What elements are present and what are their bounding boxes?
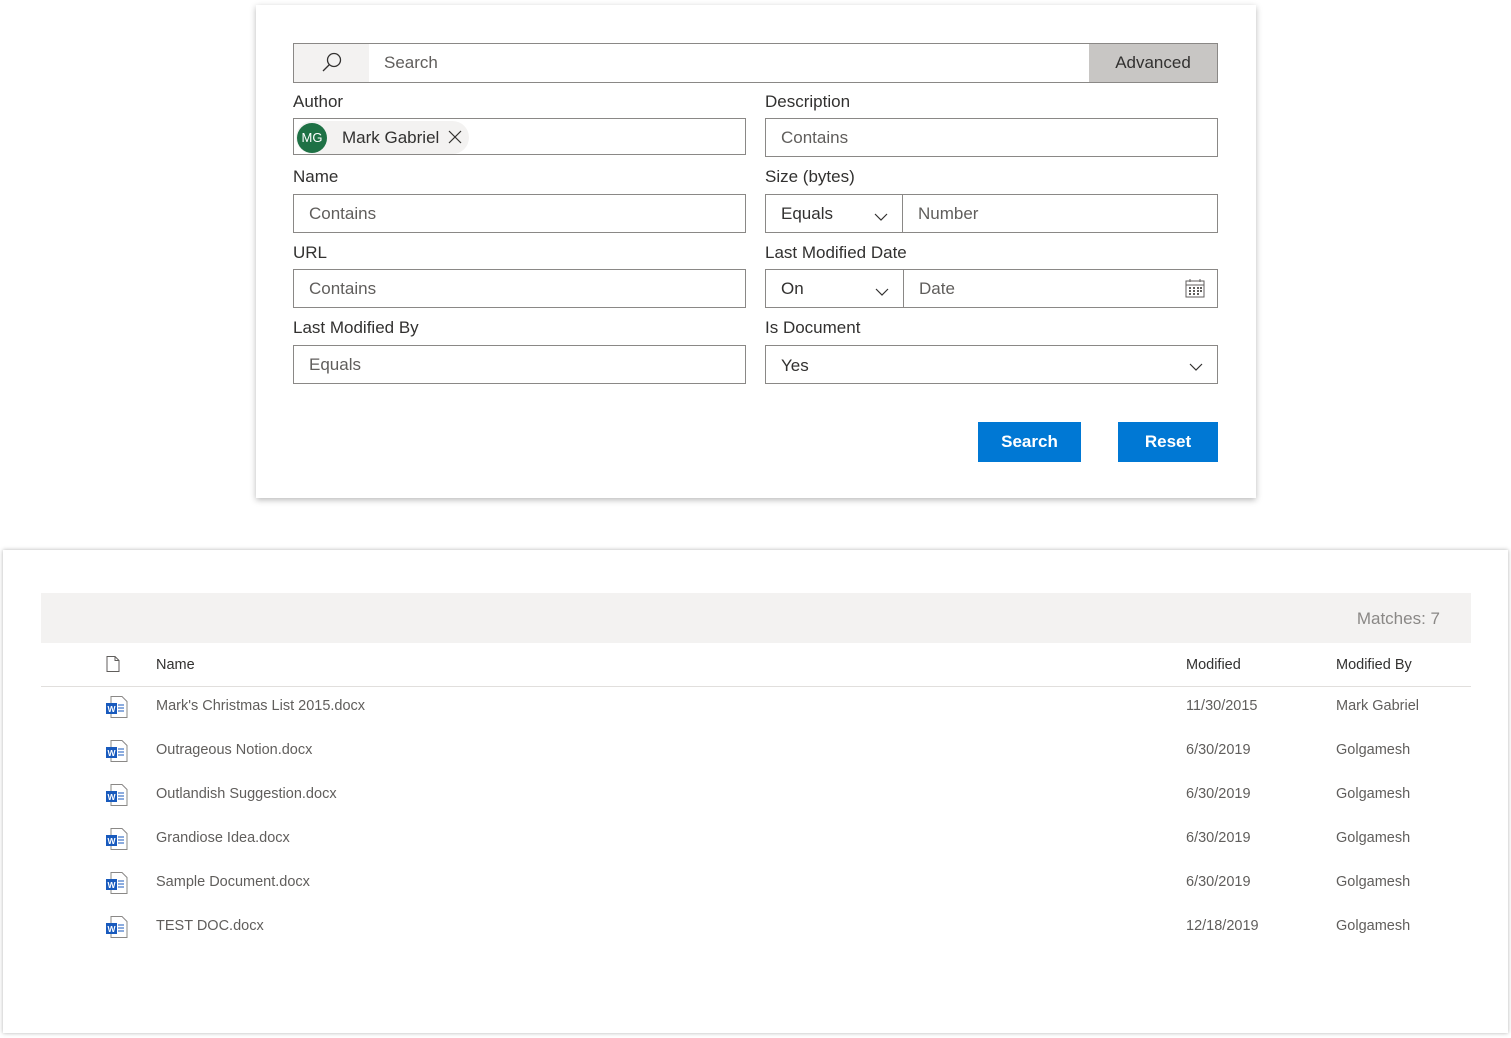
modified-date: 6/30/2019 <box>1186 830 1251 846</box>
description-input[interactable] <box>766 119 1217 156</box>
modified-by: Golgamesh <box>1336 742 1411 758</box>
modified-date: 12/18/2019 <box>1186 918 1259 934</box>
last-modified-by-field <box>293 345 746 384</box>
modified-date: 11/30/2015 <box>1186 698 1258 714</box>
is-document-label: Is Document <box>765 318 861 337</box>
name-field <box>293 194 746 233</box>
last-modified-date-label: Last Modified Date <box>765 243 907 262</box>
modified-by: Mark Gabriel <box>1336 698 1419 714</box>
svg-text:W: W <box>107 836 116 846</box>
modified-by: Golgamesh <box>1336 830 1411 846</box>
chevron-down-icon <box>1189 359 1203 377</box>
file-name-link[interactable]: Mark's Christmas List 2015.docx <box>156 698 365 714</box>
chevron-down-icon <box>875 282 889 302</box>
word-doc-icon: W <box>105 695 129 724</box>
svg-text:W: W <box>107 704 116 714</box>
url-label: URL <box>293 243 328 262</box>
file-name-link[interactable]: Outrageous Notion.docx <box>156 742 312 758</box>
date-operator-value: On <box>781 278 804 298</box>
advanced-search-panel: Advanced Author MG Mark Gabriel Descript… <box>256 5 1256 498</box>
search-input[interactable] <box>369 44 1089 82</box>
svg-text:W: W <box>107 748 116 758</box>
author-picker[interactable]: MG Mark Gabriel <box>293 118 746 155</box>
size-field: Equals <box>765 194 1218 233</box>
svg-text:W: W <box>107 880 116 890</box>
table-row[interactable]: W Grandiose Idea.docx 6/30/2019 Golgames… <box>41 819 1471 863</box>
search-icon[interactable] <box>294 44 369 82</box>
word-doc-icon: W <box>105 915 129 944</box>
modified-date: 6/30/2019 <box>1186 786 1251 802</box>
search-button[interactable]: Search <box>978 422 1081 462</box>
results-summary-bar: Matches: 7 <box>41 593 1471 643</box>
modified-by: Golgamesh <box>1336 786 1411 802</box>
svg-text:W: W <box>107 924 116 934</box>
date-input[interactable] <box>904 270 1174 307</box>
url-input[interactable] <box>294 270 745 307</box>
avatar: MG <box>297 122 327 153</box>
description-field <box>765 118 1218 157</box>
last-modified-by-label: Last Modified By <box>293 318 419 337</box>
word-doc-icon: W <box>105 783 129 812</box>
word-doc-icon: W <box>105 739 129 768</box>
word-doc-icon: W <box>105 827 129 856</box>
file-name-link[interactable]: Sample Document.docx <box>156 874 310 890</box>
date-operator-dropdown[interactable]: On <box>766 270 904 307</box>
word-doc-icon: W <box>105 871 129 900</box>
modified-by: Golgamesh <box>1336 918 1411 934</box>
file-type-header-icon[interactable] <box>106 656 120 677</box>
results-panel: Matches: 7 Name Modified Modified By W M… <box>3 550 1508 1033</box>
author-label: Author <box>293 92 344 111</box>
file-name-link[interactable]: TEST DOC.docx <box>156 918 264 934</box>
is-document-value: Yes <box>781 356 809 375</box>
table-row[interactable]: W TEST DOC.docx 12/18/2019 Golgamesh <box>41 907 1471 951</box>
results-table-header: Name Modified Modified By <box>41 643 1471 687</box>
size-operator-dropdown[interactable]: Equals <box>766 195 903 232</box>
column-header-modified[interactable]: Modified <box>1186 657 1241 673</box>
name-input[interactable] <box>294 195 745 232</box>
calendar-icon[interactable] <box>1185 279 1205 303</box>
chevron-down-icon <box>874 207 888 227</box>
table-row[interactable]: W Mark's Christmas List 2015.docx 11/30/… <box>41 687 1471 731</box>
remove-persona-icon[interactable] <box>447 129 463 145</box>
is-document-dropdown[interactable]: Yes <box>765 345 1218 384</box>
column-header-modified-by[interactable]: Modified By <box>1336 657 1412 673</box>
modified-by: Golgamesh <box>1336 874 1411 890</box>
url-field <box>293 269 746 308</box>
svg-text:W: W <box>107 792 116 802</box>
table-row[interactable]: W Outlandish Suggestion.docx 6/30/2019 G… <box>41 775 1471 819</box>
column-header-name[interactable]: Name <box>156 657 195 673</box>
reset-button[interactable]: Reset <box>1118 422 1218 462</box>
advanced-button[interactable]: Advanced <box>1089 44 1217 82</box>
modified-date: 6/30/2019 <box>1186 742 1251 758</box>
last-modified-by-input[interactable] <box>294 346 745 383</box>
table-row[interactable]: W Sample Document.docx 6/30/2019 Golgame… <box>41 863 1471 907</box>
table-row[interactable]: W Outrageous Notion.docx 6/30/2019 Golga… <box>41 731 1471 775</box>
author-persona-chip: MG Mark Gabriel <box>296 121 470 154</box>
file-name-link[interactable]: Grandiose Idea.docx <box>156 830 290 846</box>
size-number-input[interactable] <box>903 195 1217 232</box>
size-operator-value: Equals <box>781 203 833 223</box>
search-bar: Advanced <box>293 43 1218 83</box>
matches-count: Matches: 7 <box>1356 609 1440 628</box>
last-modified-date-field: On <box>765 269 1218 308</box>
modified-date: 6/30/2019 <box>1186 874 1251 890</box>
name-label: Name <box>293 167 339 186</box>
file-name-link[interactable]: Outlandish Suggestion.docx <box>156 786 337 802</box>
size-label: Size (bytes) <box>765 167 855 186</box>
description-label: Description <box>765 92 851 111</box>
persona-name: Mark Gabriel <box>342 127 440 147</box>
